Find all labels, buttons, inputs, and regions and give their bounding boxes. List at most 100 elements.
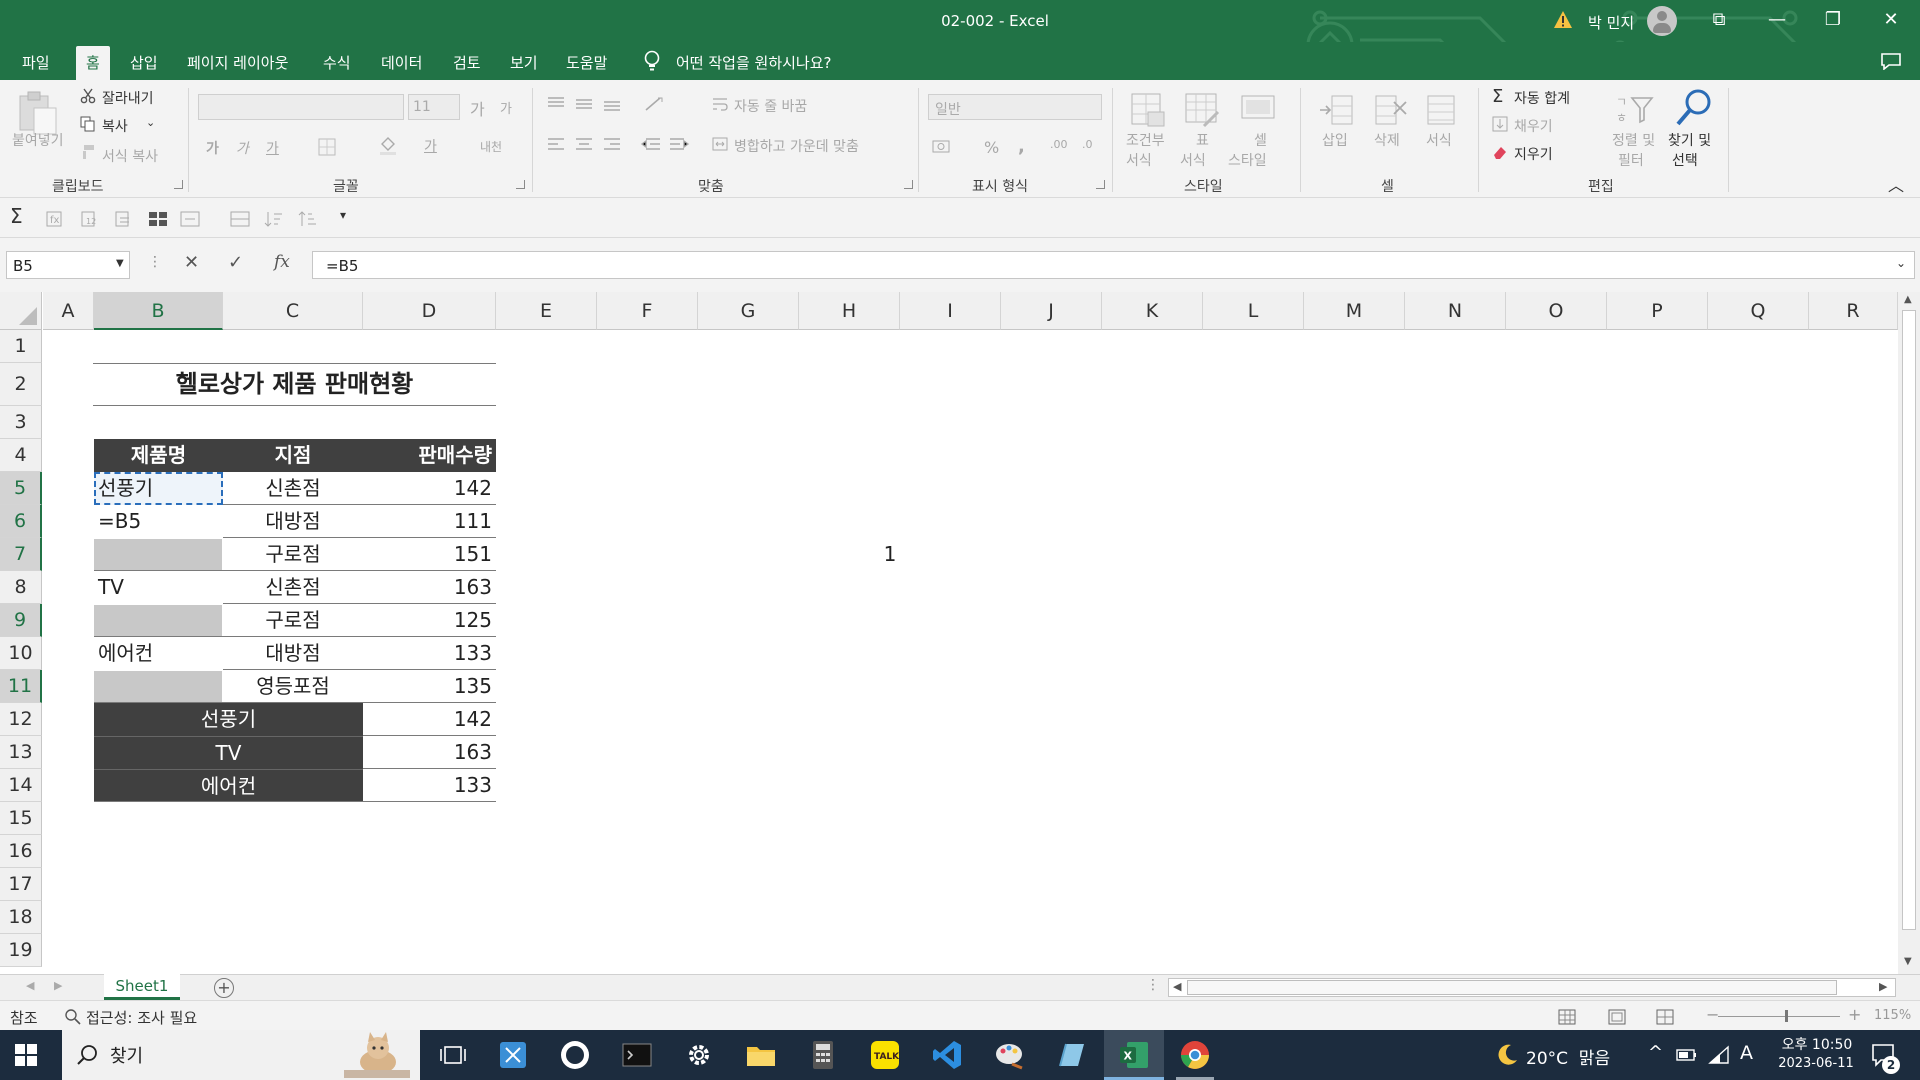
column-header[interactable]: K [1102, 292, 1203, 330]
comments-icon[interactable] [1880, 52, 1902, 70]
column-header[interactable]: R [1809, 292, 1898, 330]
header-cell-branch[interactable]: 지점 [223, 439, 363, 472]
sort-filter-button[interactable]: 정렬 및 [1612, 130, 1655, 150]
zoom-out-icon[interactable]: − [1706, 1005, 1719, 1024]
user-name[interactable]: 박 민지 [1588, 12, 1634, 33]
row-header[interactable]: 11 [0, 670, 42, 703]
column-header[interactable]: G [698, 292, 799, 330]
select-all-button[interactable] [0, 292, 42, 330]
battery-icon[interactable] [1676, 1045, 1698, 1065]
cell-styles-icon[interactable] [1240, 92, 1278, 130]
table-cell-branch[interactable]: 구로점 [223, 604, 363, 637]
avatar[interactable] [1647, 6, 1677, 36]
table-cell-branch[interactable]: 대방점 [223, 505, 363, 538]
column-header[interactable]: J [1001, 292, 1102, 330]
settings-gear-icon[interactable] [682, 1038, 716, 1072]
number-format-dropdown[interactable]: 일반 [928, 94, 1102, 120]
fill-button[interactable]: 채우기 [1514, 116, 1553, 136]
tab-review[interactable]: 검토 [453, 52, 481, 73]
eraser-icon[interactable] [1492, 144, 1508, 160]
warning-icon[interactable] [1553, 10, 1573, 30]
row-header[interactable]: 15 [0, 802, 42, 835]
vertical-align-icons[interactable] [546, 96, 626, 112]
insert-cells-button[interactable]: 삽입 [1322, 130, 1348, 150]
underline-button[interactable]: 가 [266, 138, 279, 158]
row-header[interactable]: 6 [0, 505, 42, 538]
tell-me-search[interactable]: 어떤 작업을 원하시나요? [676, 52, 832, 73]
tab-view[interactable]: 보기 [510, 52, 538, 73]
customize-qat-icon[interactable]: ▾ [340, 208, 346, 222]
table-cell-qty[interactable]: 142 [363, 472, 496, 505]
tab-page-layout[interactable]: 페이지 레이아웃 [187, 52, 288, 73]
format-as-table-button[interactable]: 표 [1196, 130, 1209, 150]
insert-cells-icon[interactable] [1318, 92, 1354, 128]
row-header[interactable]: 4 [0, 439, 42, 472]
table-cell-product-editing[interactable]: =B5 [94, 505, 223, 538]
weather-moon-icon[interactable] [1494, 1042, 1520, 1068]
cell-styles-button-line2[interactable]: 스타일 [1228, 150, 1267, 170]
windows-start-icon[interactable] [14, 1043, 38, 1067]
sheet-tab-sheet1[interactable]: Sheet1 [104, 974, 180, 1000]
format-cells-icon[interactable] [1424, 92, 1460, 128]
accessibility-status[interactable]: 접근성: 조사 필요 [86, 1007, 197, 1028]
column-header[interactable]: H [799, 292, 900, 330]
increase-decimal-button[interactable]: .00 [1050, 138, 1068, 151]
row-header[interactable]: 7 [0, 538, 42, 571]
enter-entry-icon[interactable]: ✓ [228, 252, 243, 273]
paste-icon[interactable] [14, 88, 62, 136]
row-header[interactable]: 2 [0, 363, 42, 406]
table-cell-branch[interactable]: 구로점 [223, 538, 363, 571]
comma-style-button[interactable]: , [1018, 136, 1025, 157]
copy-dropdown-icon[interactable]: ⌄ [146, 116, 155, 129]
vertical-scrollbar[interactable]: ▲ ▼ [1898, 292, 1920, 974]
snipping-tool-icon[interactable] [496, 1038, 530, 1072]
expand-formula-bar-icon[interactable]: ⌄ [1896, 256, 1906, 270]
paste-values-icon[interactable]: 12 [80, 210, 98, 228]
tab-help[interactable]: 도움말 [566, 52, 607, 73]
formula-input[interactable]: =B5 [312, 251, 1915, 279]
sort-descending-icon[interactable] [298, 210, 318, 228]
zoom-in-icon[interactable]: + [1848, 1005, 1861, 1024]
close-button[interactable]: ✕ [1868, 0, 1914, 42]
column-header[interactable]: B [94, 292, 223, 330]
find-select-button-line2[interactable]: 선택 [1672, 150, 1698, 170]
excel-icon[interactable]: X [1117, 1038, 1151, 1072]
wrap-text-button[interactable]: 자동 줄 바꿈 [734, 96, 807, 116]
sort-filter-button-line2[interactable]: 필터 [1618, 150, 1644, 170]
scroll-right-icon[interactable]: ▶ [1879, 980, 1887, 993]
merge-cells-icon[interactable] [148, 210, 168, 228]
task-view-icon[interactable] [436, 1038, 470, 1072]
calculator-icon[interactable] [806, 1038, 840, 1072]
taskbar-search-box[interactable]: 찾기 [62, 1030, 420, 1080]
clear-button[interactable]: 지우기 [1514, 144, 1553, 164]
column-header[interactable]: A [43, 292, 94, 330]
tab-file[interactable]: 파일 [22, 52, 50, 73]
summary-cell-product[interactable]: 에어컨 [94, 769, 363, 802]
table-cell-qty[interactable]: 125 [363, 604, 496, 637]
table-cell-qty[interactable]: 133 [363, 637, 496, 670]
table-cell-branch[interactable]: 신촌점 [223, 571, 363, 604]
column-header[interactable]: C [223, 292, 363, 330]
add-sheet-button[interactable]: + [214, 978, 234, 998]
table-cell-product-blank[interactable] [94, 605, 222, 636]
sum-icon[interactable]: Σ [10, 204, 23, 228]
vscode-icon[interactable] [930, 1038, 964, 1072]
autosum-button[interactable]: 자동 합계 [1514, 88, 1570, 108]
row-header[interactable]: 16 [0, 835, 42, 868]
column-header[interactable]: P [1607, 292, 1708, 330]
header-cell-qty[interactable]: 판매수량 [363, 439, 496, 472]
font-launcher-icon[interactable] [516, 180, 525, 189]
format-as-table-button-line2[interactable]: 서식 [1180, 150, 1206, 170]
table-cell-qty[interactable]: 135 [363, 670, 496, 703]
row-header[interactable]: 1 [0, 330, 42, 363]
format-painter-button[interactable]: 서식 복사 [102, 146, 158, 166]
scissors-icon[interactable] [80, 88, 96, 104]
kakaotalk-icon[interactable]: TALK [868, 1038, 902, 1072]
fill-down-icon[interactable] [1492, 116, 1508, 132]
table-cell-branch[interactable]: 대방점 [223, 637, 363, 670]
table-cell-product[interactable]: 에어컨 [94, 637, 223, 670]
decrease-decimal-button[interactable]: .0 [1082, 138, 1093, 151]
row-header[interactable]: 5 [0, 472, 42, 505]
tab-home[interactable]: 홈 [76, 46, 110, 80]
page-break-view-icon[interactable] [1656, 1009, 1674, 1025]
